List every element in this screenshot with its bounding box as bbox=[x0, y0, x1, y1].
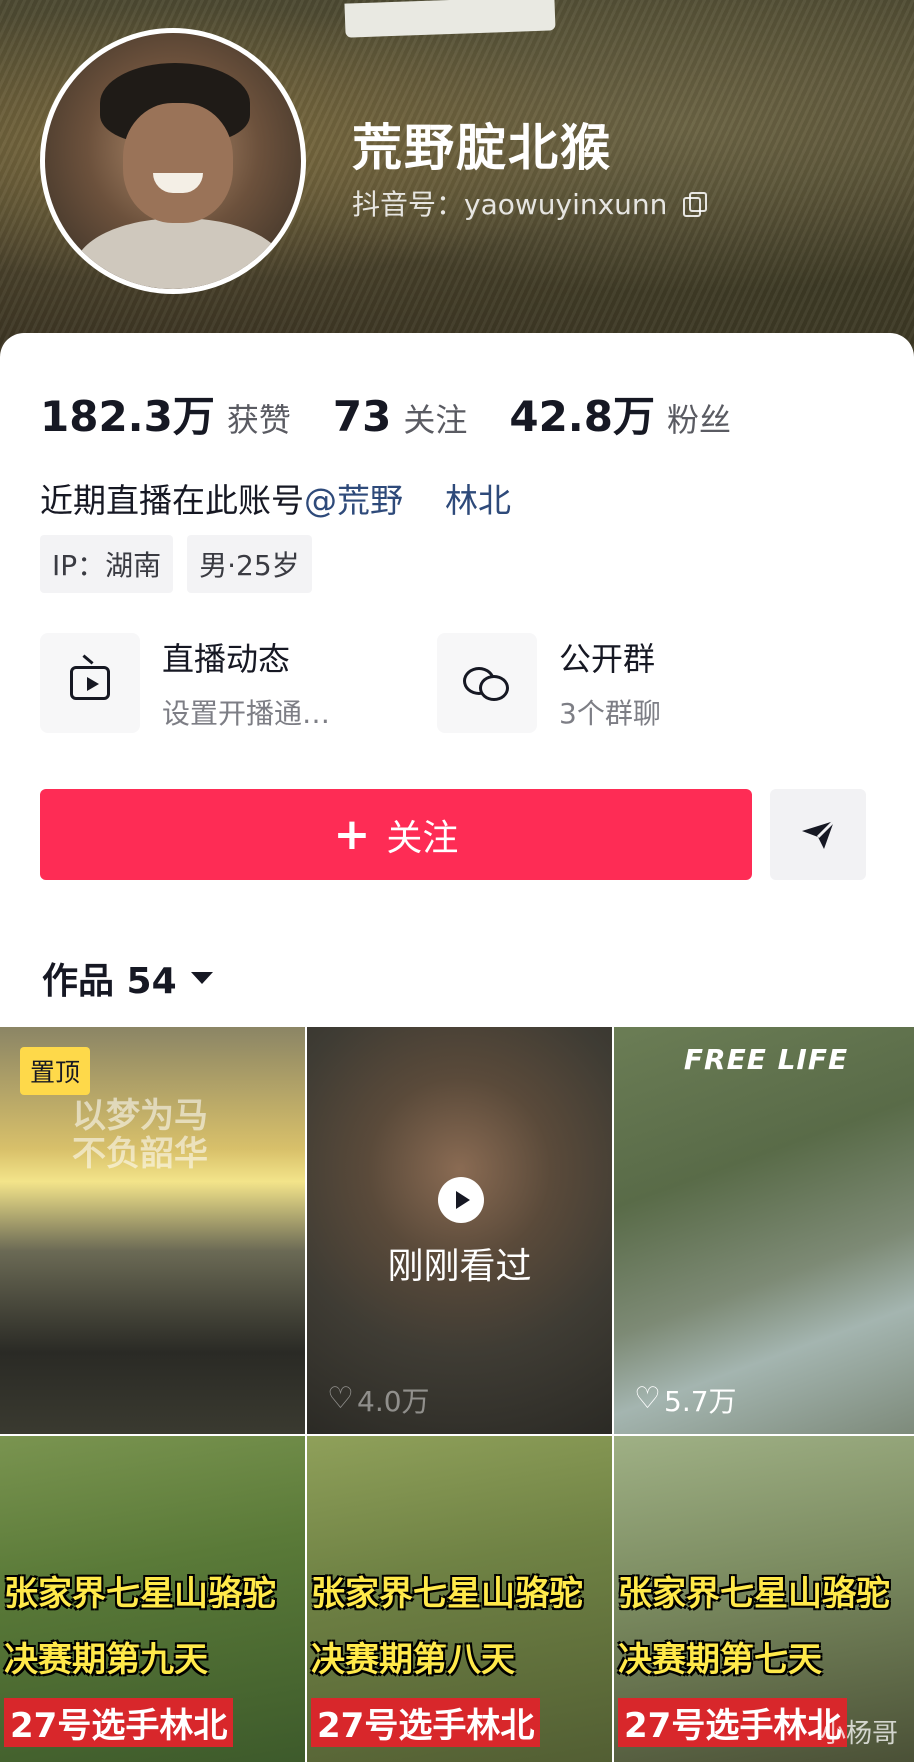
follow-button[interactable]: + 关注 bbox=[40, 789, 752, 880]
video-grid: 置顶 以梦为马 不负韶华 刚刚看过 4.0万 FREE LIFE 5.7万 张家… bbox=[0, 1027, 914, 1762]
send-icon bbox=[802, 819, 836, 849]
video-caption-line: 27号选手林北 bbox=[618, 1698, 848, 1747]
play-icon bbox=[438, 1177, 484, 1223]
video-caption-line: 张家界七星山骆驼 bbox=[618, 1574, 890, 1614]
douyin-id-text: 抖音号：yaowuyinxunn bbox=[352, 188, 668, 221]
live-icon-box bbox=[40, 633, 140, 733]
copy-icon[interactable] bbox=[683, 192, 708, 217]
video-tile[interactable]: 张家界七星山骆驼 决赛期第八天 27号选手林北 bbox=[307, 1436, 612, 1762]
like-count: 4.0万 bbox=[327, 1380, 430, 1420]
plus-icon: + bbox=[333, 808, 371, 860]
video-title: FREE LIFE bbox=[683, 1043, 849, 1076]
share-button[interactable] bbox=[770, 789, 866, 880]
video-caption-line: 27号选手林北 bbox=[311, 1698, 541, 1747]
group-icon-box bbox=[437, 633, 537, 733]
video-caption-line: 张家界七星山骆驼 bbox=[4, 1574, 276, 1614]
video-caption-line: 27号选手林北 bbox=[4, 1698, 234, 1747]
bio-mention-link[interactable]: @荒野 bbox=[304, 474, 403, 522]
profile-name: 荒野腚北猴 bbox=[352, 119, 612, 177]
video-caption-line: 张家界七星山骆驼 bbox=[311, 1574, 583, 1614]
live-feature-subtitle: 设置开播通… bbox=[162, 697, 331, 730]
profile-tags: IP：湖南 男·25岁 bbox=[40, 535, 312, 593]
group-feature-title: 公开群 bbox=[559, 640, 656, 678]
stat-following[interactable]: 73 关注 bbox=[333, 392, 467, 441]
bio-mention-tail[interactable]: 林北 bbox=[445, 474, 511, 522]
video-caption-line: 决赛期第八天 bbox=[311, 1640, 515, 1680]
video-tile[interactable]: 张家界七星山骆驼 决赛期第七天 27号选手林北 小杨哥 bbox=[614, 1436, 914, 1762]
video-tile[interactable]: 张家界七星山骆驼 决赛期第九天 27号选手林北 bbox=[0, 1436, 305, 1762]
stat-label: 粉丝 bbox=[666, 401, 731, 439]
like-count-value: 4.0万 bbox=[357, 1385, 430, 1418]
video-tile[interactable]: 置顶 以梦为马 不负韶华 bbox=[0, 1027, 305, 1434]
stat-label: 关注 bbox=[403, 401, 468, 439]
tv-icon bbox=[70, 666, 110, 700]
stat-value: 182.3万 bbox=[40, 392, 215, 441]
bio-text: 近期直播在此账号 bbox=[40, 481, 304, 520]
pinned-badge: 置顶 bbox=[20, 1047, 91, 1095]
follow-label: 关注 bbox=[386, 817, 459, 859]
works-tab[interactable]: 作品 54 bbox=[42, 952, 213, 1004]
video-caption-line: 决赛期第九天 bbox=[4, 1640, 208, 1680]
stat-value: 42.8万 bbox=[509, 392, 655, 441]
live-feature[interactable]: 直播动态 设置开播通… bbox=[40, 633, 330, 733]
like-count: 5.7万 bbox=[634, 1380, 737, 1420]
heart-icon bbox=[327, 1381, 354, 1416]
avatar[interactable] bbox=[40, 28, 306, 294]
ip-tag: IP：湖南 bbox=[40, 535, 174, 593]
works-tab-label: 作品 54 bbox=[42, 961, 177, 1002]
video-caption-line: 决赛期第七天 bbox=[618, 1640, 822, 1680]
bio: 近期直播在此账号 @荒野 林北 bbox=[40, 474, 511, 522]
watermark: 小杨哥 bbox=[819, 1719, 898, 1749]
caret-down-icon bbox=[190, 972, 213, 984]
stat-followers[interactable]: 42.8万 粉丝 bbox=[509, 383, 731, 444]
like-count-value: 5.7万 bbox=[664, 1385, 737, 1418]
stats-row: 182.3万 获赞 73 关注 42.8万 粉丝 bbox=[40, 383, 773, 444]
group-feature[interactable]: 公开群 3个群聊 bbox=[437, 633, 661, 733]
live-feature-title: 直播动态 bbox=[162, 640, 291, 678]
video-tile[interactable]: 刚刚看过 4.0万 bbox=[307, 1027, 612, 1434]
video-overlay-line: 不负韶华 bbox=[72, 1134, 208, 1174]
stat-label: 获赞 bbox=[226, 401, 291, 439]
video-tile[interactable]: FREE LIFE 5.7万 bbox=[614, 1027, 914, 1434]
group-feature-subtitle: 3个群聊 bbox=[559, 697, 661, 730]
stat-likes[interactable]: 182.3万 获赞 bbox=[40, 383, 291, 444]
douyin-id[interactable]: 抖音号：yaowuyinxunn bbox=[352, 183, 708, 223]
recently-watched-label: 刚刚看过 bbox=[387, 1246, 532, 1287]
video-overlay-line: 以梦为马 bbox=[72, 1096, 208, 1136]
stat-value: 73 bbox=[332, 392, 392, 441]
heart-icon bbox=[634, 1381, 661, 1416]
gender-age-tag: 男·25岁 bbox=[187, 535, 312, 593]
chat-icon bbox=[463, 663, 511, 703]
